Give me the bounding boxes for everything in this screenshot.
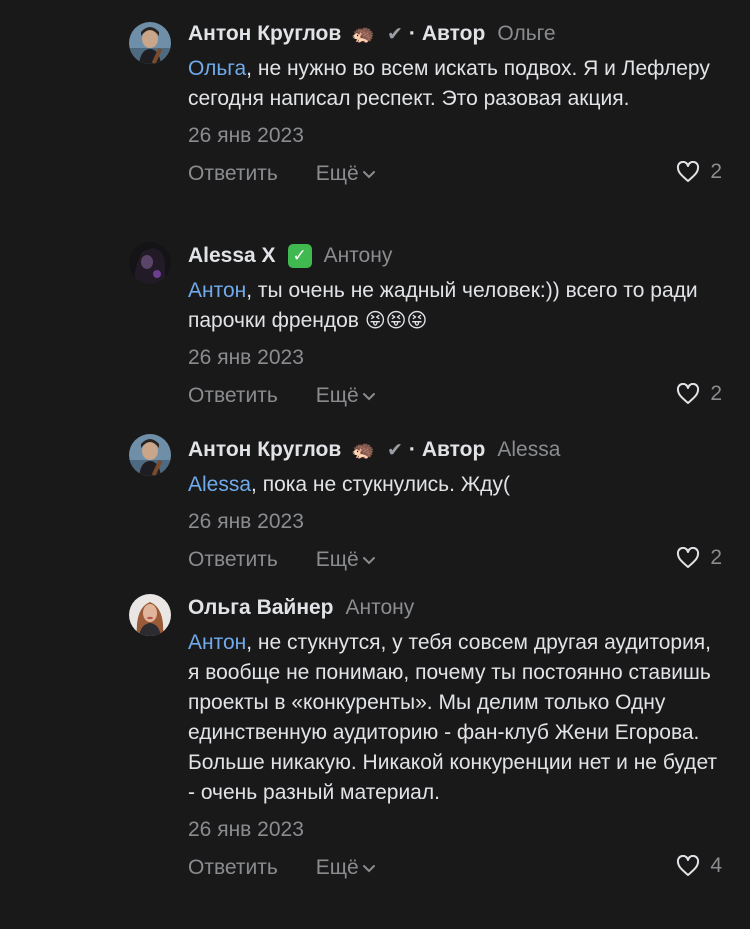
more-label: Ещё: [315, 384, 359, 407]
comment-date[interactable]: 26 янв 2023: [188, 344, 722, 372]
comment-actions: Ответить Ещё 2: [188, 546, 722, 574]
comment-text: Антон, не стукнутся, у тебя совсем друга…: [188, 628, 722, 808]
mention-link[interactable]: Антон: [188, 631, 246, 654]
author-role-badge: Автор: [421, 438, 486, 461]
like-button[interactable]: 4: [676, 854, 722, 878]
chevron-down-icon: [362, 393, 375, 401]
man-with-guitar-avatar[interactable]: [129, 22, 171, 64]
mention-link[interactable]: Alessa: [188, 473, 251, 496]
chevron-down-icon: [362, 557, 375, 565]
comment-actions: Ответить Ещё 2: [188, 382, 722, 410]
like-button[interactable]: 2: [676, 382, 722, 406]
comment-text: Alessa, пока не стукнулись. Жду(: [188, 470, 722, 500]
chevron-down-icon: [362, 171, 375, 179]
reply-to-link[interactable]: Антону: [324, 244, 393, 268]
comment-header: Антон Круглов 🦔 ✔ · Автор Alessa: [188, 436, 722, 464]
comment-header: Ольга Вайнер Антону: [188, 594, 722, 622]
author-role-badge: Автор: [421, 22, 486, 45]
reply-to-link[interactable]: Ольге: [497, 22, 555, 46]
comment-header: Alessa X ✓ Антону: [188, 242, 722, 270]
comment-date[interactable]: 26 янв 2023: [188, 816, 722, 844]
reply-button[interactable]: Ответить: [188, 548, 278, 572]
comment-actions: Ответить Ещё 2: [188, 160, 722, 188]
like-button[interactable]: 2: [676, 546, 722, 570]
like-count: 2: [710, 382, 722, 405]
man-with-guitar-avatar[interactable]: [129, 434, 171, 476]
comment-thread: Антон Круглов 🦔 ✔ · Автор Ольге Ольга, н…: [0, 0, 750, 929]
like-count: 2: [710, 160, 722, 183]
reply-button[interactable]: Ответить: [188, 162, 278, 186]
comment-date[interactable]: 26 янв 2023: [188, 508, 722, 536]
mention-link[interactable]: Антон: [188, 279, 246, 302]
heart-icon: [677, 855, 700, 876]
comment-actions: Ответить Ещё 4: [188, 854, 722, 882]
comment-text-body: , не стукнутся, у тебя совсем другая ауд…: [188, 631, 718, 804]
comment-text-body: , пока не стукнулись. Жду(: [251, 473, 510, 496]
heart-icon: [677, 383, 700, 404]
check-icon: ✔: [386, 23, 403, 45]
author-name[interactable]: Антон Круглов: [188, 22, 341, 46]
comment-text-body: , не нужно во всем искать подвох. Я и Ле…: [188, 57, 710, 110]
hedgehog-icon: 🦔: [351, 23, 375, 45]
more-button[interactable]: Ещё: [316, 162, 375, 186]
comment-text: Антон, ты очень не жадный человек:)) все…: [188, 276, 722, 336]
separator-dot: ·: [408, 438, 416, 461]
comment-text: Ольга, не нужно во всем искать подвох. Я…: [188, 54, 722, 114]
heart-icon: [677, 161, 700, 182]
comment-date[interactable]: 26 янв 2023: [188, 122, 722, 150]
verified-badge-icon: ✓: [287, 244, 312, 268]
emoji-group: 😝😝😝: [364, 310, 428, 332]
mention-link[interactable]: Ольга: [188, 57, 246, 80]
comment-header: Антон Круглов 🦔 ✔ · Автор Ольге: [188, 20, 722, 48]
comment-text-body: , ты очень не жадный человек:)) всего то…: [188, 279, 698, 332]
author-name[interactable]: Антон Круглов: [188, 438, 341, 462]
check-icon: ✔: [386, 439, 403, 461]
dark-portrait-avatar[interactable]: [129, 242, 171, 284]
reply-button[interactable]: Ответить: [188, 856, 278, 880]
woman-portrait-avatar[interactable]: [129, 594, 171, 636]
reply-to-link[interactable]: Alessa: [497, 438, 560, 462]
more-button[interactable]: Ещё: [316, 856, 375, 880]
more-button[interactable]: Ещё: [316, 548, 375, 572]
reply-to-link[interactable]: Антону: [346, 596, 415, 620]
more-button[interactable]: Ещё: [316, 384, 375, 408]
more-label: Ещё: [315, 856, 359, 879]
like-count: 2: [710, 546, 722, 569]
author-name[interactable]: Alessa X: [188, 244, 276, 268]
author-name[interactable]: Ольга Вайнер: [188, 596, 334, 620]
hedgehog-icon: 🦔: [351, 439, 375, 461]
chevron-down-icon: [362, 865, 375, 873]
separator-dot: ·: [408, 22, 416, 45]
like-count: 4: [710, 854, 722, 877]
heart-icon: [677, 547, 700, 568]
like-button[interactable]: 2: [676, 160, 722, 184]
reply-button[interactable]: Ответить: [188, 384, 278, 408]
more-label: Ещё: [315, 548, 359, 571]
more-label: Ещё: [315, 162, 359, 185]
